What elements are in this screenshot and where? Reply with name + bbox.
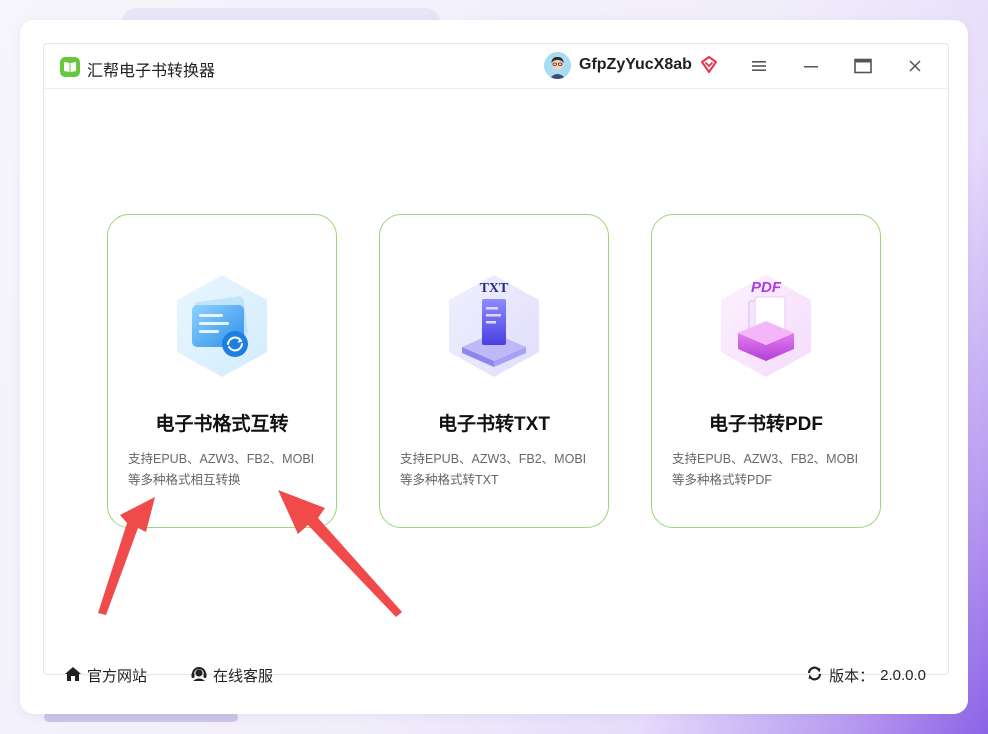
headset-icon [190, 665, 208, 686]
svg-text:TXT: TXT [480, 281, 509, 296]
version-info: 版本： 2.0.0.0 [806, 665, 926, 686]
vip-diamond-icon[interactable] [699, 55, 719, 75]
svg-text:PDF: PDF [751, 279, 782, 296]
minimize-icon[interactable] [799, 54, 823, 78]
card-format-convert[interactable]: 电子书格式互转 支持EPUB、AZW3、FB2、MOBI 等多种格式相互转换 [107, 214, 337, 528]
card-title: 电子书转TXT [438, 414, 550, 435]
footer: 官方网站 在线客服 版本： 2.0.0.0 [44, 654, 948, 694]
book-icon [60, 57, 80, 77]
card-description: 支持EPUB、AZW3、FB2、MOBI 等多种格式转TXT [400, 452, 587, 487]
format-convert-illustration-icon [162, 267, 282, 387]
card-to-txt[interactable]: TXT 电子书转TXT 支持EPUB、AZW3、FB2、MOBI 等多种格式转T… [379, 214, 609, 528]
pdf-illustration-icon: PDF [706, 267, 826, 387]
card-title: 电子书格式互转 [155, 414, 289, 435]
home-icon [64, 666, 82, 686]
app-content: 汇帮电子书转换器 GfpZyYucX8ab 电子书格式互转 支持EPUB、AZW… [43, 43, 949, 685]
close-icon[interactable] [903, 54, 927, 78]
txt-illustration-icon: TXT [434, 267, 554, 387]
online-service-link[interactable]: 在线客服 [190, 665, 273, 686]
app-window: 汇帮电子书转换器 GfpZyYucX8ab 电子书格式互转 支持EPUB、AZW… [20, 20, 968, 714]
card-to-pdf[interactable]: PDF 电子书转PDF 支持EPUB、AZW3、FB2、MOBI 等多种格式转P… [651, 214, 881, 528]
username[interactable]: GfpZyYucX8ab [579, 56, 692, 74]
app-title: 汇帮电子书转换器 [87, 63, 216, 80]
card-title: 电子书转PDF [708, 414, 823, 435]
avatar-icon[interactable] [544, 52, 571, 79]
hamburger-icon[interactable] [747, 54, 771, 78]
card-description: 支持EPUB、AZW3、FB2、MOBI 等多种格式转PDF [672, 452, 859, 487]
refresh-icon[interactable] [806, 665, 823, 686]
maximize-icon[interactable] [851, 54, 875, 78]
title-bar: 汇帮电子书转换器 GfpZyYucX8ab [44, 44, 948, 89]
official-site-link[interactable]: 官方网站 [64, 665, 147, 686]
card-description: 支持EPUB、AZW3、FB2、MOBI 等多种格式相互转换 [128, 452, 315, 487]
